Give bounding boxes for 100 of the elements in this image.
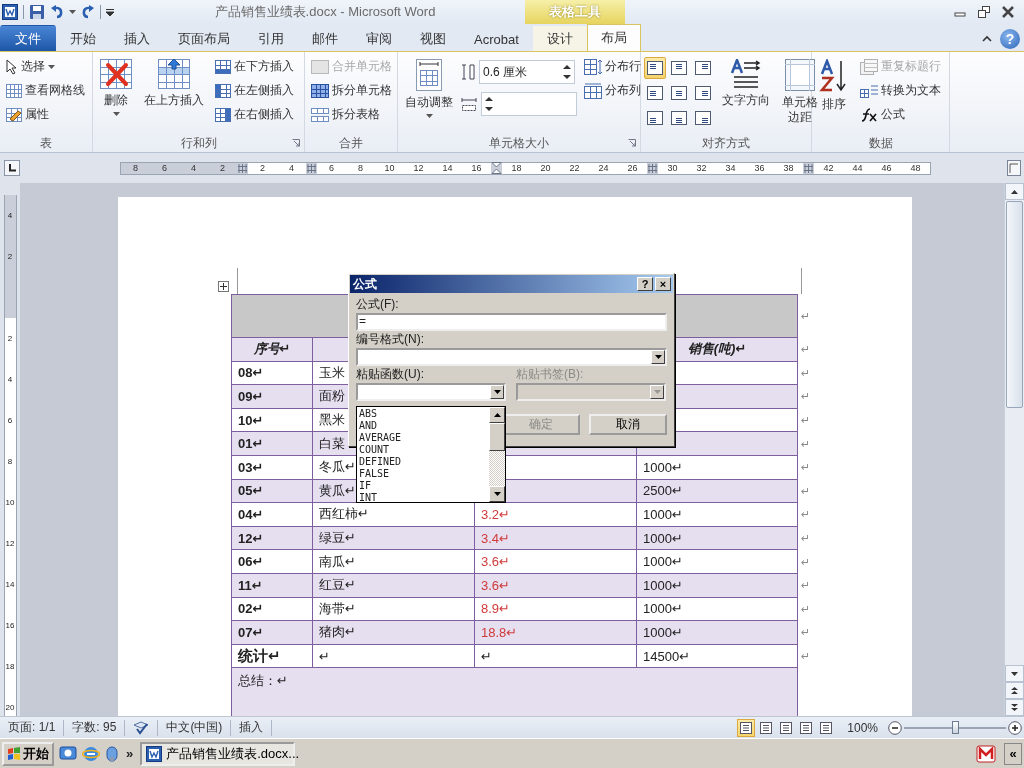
help-button[interactable]: ? xyxy=(637,277,653,291)
ribbon-button[interactable]: 删除 xyxy=(96,55,136,131)
redo-icon[interactable] xyxy=(81,5,95,19)
media-player-icon[interactable] xyxy=(105,744,119,763)
list-item[interactable]: COUNT xyxy=(359,444,390,456)
table-move-handle-icon[interactable] xyxy=(218,281,229,292)
ribbon-button[interactable]: 属性 xyxy=(3,103,88,126)
ribbon-tab[interactable]: 引用 xyxy=(244,26,298,51)
cancel-button[interactable]: 取消 xyxy=(589,414,667,435)
horizontal-ruler[interactable]: 8 6 4 2 2 4 6 8 10 12 14 16 18 20 22 24 26 30 32 34 36 38 42 44 46 48 xyxy=(120,161,931,175)
next-page-button[interactable] xyxy=(1005,699,1024,716)
ribbon-button[interactable]: 自动调整 xyxy=(401,55,457,131)
list-item[interactable]: AND xyxy=(359,420,378,432)
function-list[interactable]: ABS AND AVERAGE COUNT DEFINED FALSE IF INT xyxy=(356,406,506,503)
list-item[interactable]: AVERAGE xyxy=(359,432,402,444)
ribbon-tab[interactable]: 视图 xyxy=(406,26,460,51)
ribbon-button[interactable]: 拆分表格 xyxy=(308,103,395,126)
ribbon-tab[interactable]: Acrobat xyxy=(460,26,533,51)
ribbon-tab[interactable]: 布局 xyxy=(586,24,641,51)
desktop-icon[interactable] xyxy=(59,744,77,763)
word-app-icon[interactable] xyxy=(2,4,18,20)
tab-selector[interactable] xyxy=(4,160,20,176)
ribbon-tab[interactable]: 邮件 xyxy=(298,26,352,51)
column-marker-icon[interactable] xyxy=(307,163,316,173)
list-item[interactable]: INT xyxy=(359,492,378,504)
spin-field[interactable] xyxy=(481,92,577,116)
taskbar-button[interactable]: 产品销售业绩表.docx... xyxy=(140,741,296,766)
ribbon-tab[interactable]: 插入 xyxy=(110,26,164,51)
column-marker-icon[interactable] xyxy=(648,163,657,173)
ribbon-tab[interactable]: 文件 xyxy=(0,25,56,51)
ribbon-button[interactable]: 分布列 xyxy=(581,79,644,102)
dialog-launcher-icon[interactable] xyxy=(292,139,300,147)
tray-app-icon[interactable] xyxy=(976,744,996,763)
scroll-thumb[interactable] xyxy=(1006,201,1023,408)
list-item[interactable]: IF xyxy=(359,480,372,492)
browser-icon[interactable] xyxy=(82,744,100,763)
list-item[interactable]: DEFINED xyxy=(359,456,402,468)
vertical-ruler[interactable]: 4 2 2 4 6 8 10 12 14 16 18 20 xyxy=(3,195,17,716)
ribbon-button[interactable]: 拆分单元格 xyxy=(308,79,395,102)
ribbon-button[interactable]: 文字方向 xyxy=(718,55,774,131)
table-insert-right-icon xyxy=(215,107,231,122)
zoom-level[interactable]: 100% xyxy=(837,720,886,735)
ribbon-tab[interactable]: 页面布局 xyxy=(164,26,244,51)
ribbon-button[interactable]: 在左侧插入 xyxy=(212,79,297,102)
table-cell: 统计↵ xyxy=(231,644,313,669)
spin-field[interactable]: 0.6 厘米 xyxy=(479,60,575,84)
ribbon-button[interactable]: 单元格边距 xyxy=(778,55,822,131)
ribbon-tab[interactable]: 设计 xyxy=(532,26,587,51)
save-icon[interactable] xyxy=(29,4,45,20)
list-item[interactable]: FALSE xyxy=(359,468,390,480)
scroll-up-button[interactable] xyxy=(1005,183,1024,200)
undo-icon[interactable] xyxy=(50,5,64,19)
distribute-columns-icon xyxy=(584,82,602,99)
ribbon-button[interactable]: 在上方插入 xyxy=(140,55,208,131)
ribbon-button[interactable]: 转换为文本 xyxy=(857,79,944,102)
align-button[interactable] xyxy=(644,57,666,79)
ribbon-button[interactable]: 在下方插入 xyxy=(212,55,297,78)
ribbon-tab[interactable]: 开始 xyxy=(56,26,110,51)
down-arrow-icon xyxy=(493,492,501,496)
ruler-toggle-icon[interactable] xyxy=(1007,160,1021,176)
group-label: 表 xyxy=(40,134,52,152)
close-button[interactable]: × xyxy=(655,277,671,291)
paste-function-dropdown[interactable] xyxy=(356,383,506,401)
dialog-launcher-icon[interactable] xyxy=(628,139,636,147)
vertical-scrollbar[interactable] xyxy=(1004,183,1024,716)
start-button[interactable]: 开始 xyxy=(2,741,54,766)
view-button[interactable] xyxy=(737,718,756,737)
more-button[interactable]: » xyxy=(124,746,136,761)
ruler-margin-marker[interactable] xyxy=(4,277,16,318)
previous-page-button[interactable] xyxy=(1005,682,1024,699)
ribbon-button[interactable]: 公式 xyxy=(857,103,944,126)
column-marker-icon[interactable] xyxy=(804,163,813,173)
ribbon-button[interactable]: 选择 xyxy=(3,55,88,78)
number-format-dropdown[interactable] xyxy=(356,348,667,366)
customize-menu-icon[interactable] xyxy=(106,8,114,16)
window-title: 产品销售业绩表.docx - Microsoft Word xyxy=(214,3,436,21)
zoom-out-icon[interactable] xyxy=(888,720,902,735)
align-icon xyxy=(695,111,711,125)
formula-field[interactable]: = xyxy=(356,313,667,331)
word-count[interactable]: 字数: 95 xyxy=(64,719,125,736)
zoom-slider[interactable] xyxy=(904,719,1006,736)
ribbon-button[interactable]: 查看网格线 xyxy=(3,79,88,102)
list-item[interactable]: ABS xyxy=(359,408,378,420)
scroll-down-button[interactable] xyxy=(1005,665,1024,682)
zoom-in-icon[interactable] xyxy=(1008,720,1022,735)
collapse-ribbon-icon[interactable] xyxy=(982,35,992,42)
page-count[interactable]: 页面: 1/1 xyxy=(0,719,64,736)
collapse-tray-button[interactable]: « xyxy=(1004,742,1022,765)
language-indicator[interactable]: 中文(中国) xyxy=(158,719,231,736)
ribbon-button[interactable]: 在右侧插入 xyxy=(212,103,297,126)
ribbon-tab[interactable]: 审阅 xyxy=(352,26,406,51)
slider-thumb[interactable] xyxy=(952,720,959,734)
ruler-number: 10 xyxy=(375,162,404,174)
ruler-number: 10 xyxy=(4,482,16,523)
ribbon-button[interactable]: 分布行 xyxy=(581,55,644,78)
insert-mode-indicator[interactable]: 插入 xyxy=(231,719,272,736)
column-marker-icon[interactable] xyxy=(238,163,247,173)
proofing-icon[interactable] xyxy=(133,720,150,735)
group-label: 对齐方式 xyxy=(702,134,750,152)
spin-arrows-icon xyxy=(485,96,493,112)
